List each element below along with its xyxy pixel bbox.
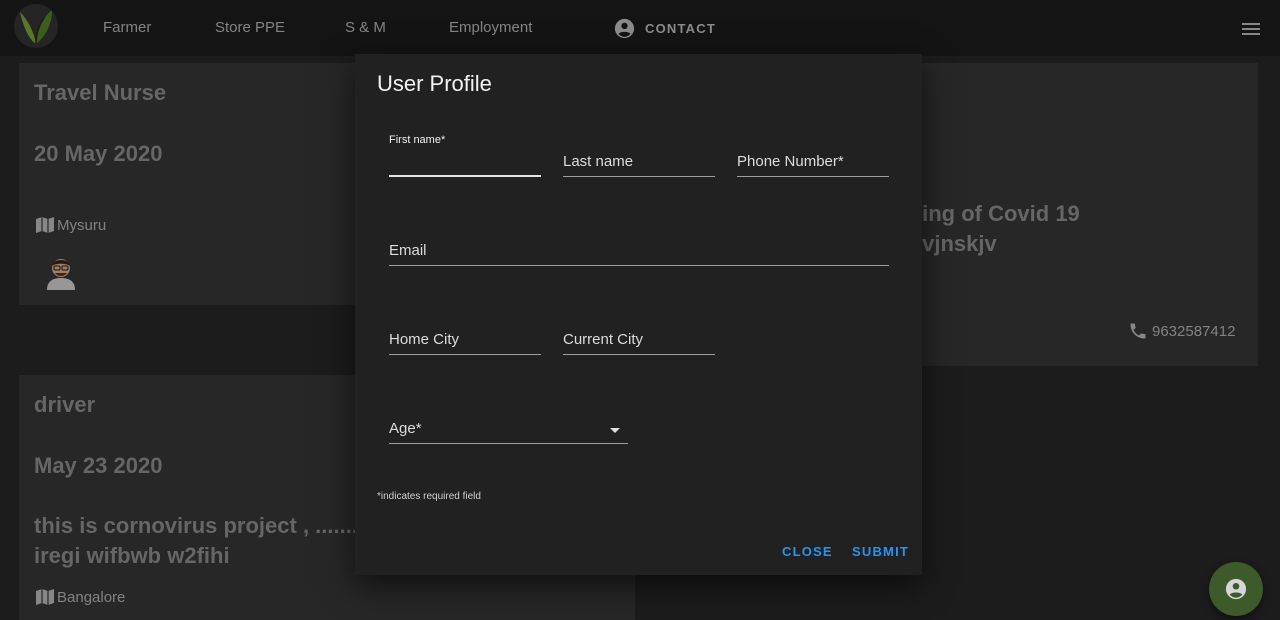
- email-label: Email: [389, 242, 427, 259]
- account-circle-icon: [1225, 578, 1247, 600]
- submit-button[interactable]: SUBMIT: [852, 544, 909, 559]
- home-city-field[interactable]: Home City: [389, 330, 541, 355]
- close-button[interactable]: CLOSE: [782, 544, 833, 559]
- user-profile-dialog: User Profile First name* Last name Phone…: [355, 54, 922, 575]
- last-name-label: Last name: [563, 153, 634, 170]
- last-name-field[interactable]: Last name: [563, 152, 715, 177]
- phone-number-label: Phone Number*: [737, 153, 844, 170]
- age-select[interactable]: Age*: [389, 419, 628, 444]
- required-field-note: *indicates required field: [377, 491, 481, 502]
- first-name-label: First name*: [389, 134, 446, 146]
- phone-number-field[interactable]: Phone Number*: [737, 152, 889, 177]
- home-city-label: Home City: [389, 331, 460, 348]
- email-field[interactable]: Email: [389, 241, 889, 266]
- dropdown-arrow-icon: [610, 428, 620, 433]
- profile-fab-button[interactable]: [1209, 562, 1263, 616]
- first-name-input[interactable]: [389, 154, 545, 173]
- first-name-field[interactable]: [389, 151, 545, 177]
- age-label: Age*: [389, 420, 422, 437]
- current-city-field[interactable]: Current City: [563, 330, 715, 355]
- current-city-label: Current City: [563, 331, 644, 348]
- dialog-title: User Profile: [377, 71, 492, 96]
